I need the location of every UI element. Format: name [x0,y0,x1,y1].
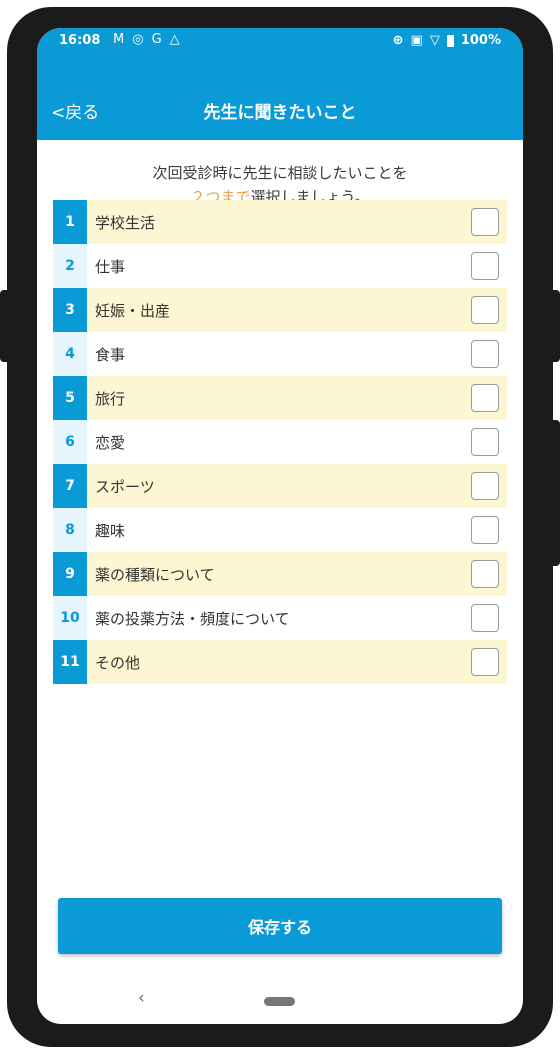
system-nav-bar: ‹ [37,978,523,1024]
item-label: 薬の投薬方法・頻度について [95,609,290,628]
item-checkbox[interactable] [471,340,499,368]
list-item[interactable]: 6 恋愛 [53,420,507,464]
list-item[interactable]: 4 食事 [53,332,507,376]
item-label: 趣味 [95,521,126,540]
drive-icon: △ [169,32,180,47]
list-item[interactable]: 11 その他 [53,640,507,684]
item-checkbox[interactable] [471,296,499,324]
nav-back-icon[interactable]: ‹ [138,988,145,1008]
item-checkbox[interactable] [471,516,499,544]
instruction-line1: 次回受診時に先生に相談したいことを [152,164,408,182]
list-item[interactable]: 3 妊娠・出産 [53,288,507,332]
vibrate-icon: ▣ [410,33,423,48]
list-item[interactable]: 5 旅行 [53,376,507,420]
item-checkbox[interactable] [471,472,499,500]
item-number: 3 [53,288,87,332]
item-checkbox[interactable] [471,384,499,412]
save-button[interactable]: 保存する [58,898,502,954]
item-number: 6 [53,420,87,464]
item-label: 仕事 [95,257,126,276]
item-checkbox[interactable] [471,428,499,456]
item-label: スポーツ [95,477,155,496]
app-bar: <戻る 先生に聞きたいこと [37,56,523,140]
item-number: 5 [53,376,87,420]
phone-volume-button [548,420,560,566]
list-item[interactable]: 7 スポーツ [53,464,507,508]
instagram-icon: ◎ [132,32,144,47]
battery-icon [446,34,454,47]
item-number: 10 [53,596,87,640]
status-time: 16:08 [59,33,101,48]
topic-list: 1 学校生活 2 仕事 3 妊娠・出産 4 食事 5 旅行 6 恋愛 7 スポー… [53,200,507,684]
list-item[interactable]: 9 薬の種類について [53,552,507,596]
system-icons: ⊕ ▣ ▽ 100% [393,33,501,48]
item-label: 恋愛 [95,433,126,452]
nav-home-handle[interactable] [264,997,295,1006]
list-item[interactable]: 1 学校生活 [53,200,507,244]
wifi-icon: ▽ [429,33,440,48]
notification-icons: M ◎ G △ [113,32,180,47]
battery-percent: 100% [460,33,501,48]
sync-icon: ⊕ [392,33,404,48]
item-number: 9 [53,552,87,596]
list-item[interactable]: 8 趣味 [53,508,507,552]
list-item[interactable]: 10 薬の投薬方法・頻度について [53,596,507,640]
item-checkbox[interactable] [471,604,499,632]
list-item[interactable]: 2 仕事 [53,244,507,288]
phone-power-button [548,290,560,362]
item-label: 妊娠・出産 [95,301,171,320]
item-number: 4 [53,332,87,376]
item-label: 薬の種類について [95,565,215,584]
google-icon: G [151,32,162,47]
item-number: 11 [53,640,87,684]
item-label: 学校生活 [95,213,156,232]
item-label: 旅行 [95,389,126,408]
item-label: その他 [95,653,141,672]
item-checkbox[interactable] [471,560,499,588]
item-number: 8 [53,508,87,552]
item-label: 食事 [95,345,126,364]
item-checkbox[interactable] [471,648,499,676]
status-bar: 16:08 M ◎ G △ ⊕ ▣ ▽ 100% [37,28,523,56]
screen: 16:08 M ◎ G △ ⊕ ▣ ▽ 100% <戻る 先生に聞きたいこと 次… [37,28,523,1024]
item-number: 2 [53,244,87,288]
page-title: 先生に聞きたいこと [203,103,357,123]
gmail-icon: M [113,32,125,47]
item-number: 7 [53,464,87,508]
item-checkbox[interactable] [471,208,499,236]
phone-side-button-left [0,290,12,362]
item-number: 1 [53,200,87,244]
item-checkbox[interactable] [471,252,499,280]
